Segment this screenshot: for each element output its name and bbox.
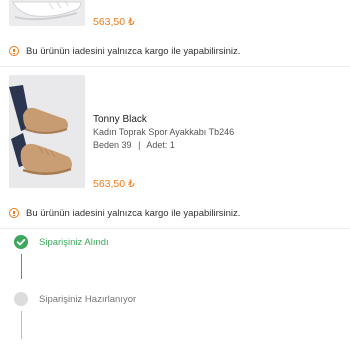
checkmark-icon — [16, 238, 26, 246]
return-notice-text: Bu ürünün iadesini yalnızca kargo ile ya… — [26, 207, 241, 219]
return-notice: Bu ürünün iadesini yalnızca kargo ile ya… — [9, 44, 240, 58]
white-sneaker-image — [9, 0, 85, 26]
order-step-preparing: Siparişiniz Hazırlanıyor — [39, 294, 137, 305]
info-icon — [9, 208, 19, 218]
size-label: Beden 39 — [93, 140, 132, 150]
variant-separator: | — [138, 140, 141, 150]
product-price: 563,50 ₺ — [93, 16, 135, 28]
product-name: Kadın Toprak Spor Ayakkabı Tb246 — [93, 127, 235, 137]
divider — [0, 66, 350, 67]
return-notice-text: Bu ürünün iadesini yalnızca kargo ile ya… — [26, 45, 241, 57]
order-step-received: Siparişiniz Alındı — [39, 237, 109, 248]
sneaker-photo-image — [9, 75, 85, 188]
product-variant: Beden 39 | Adet: 1 — [93, 140, 175, 150]
pending-step-icon — [14, 292, 28, 306]
return-notice: Bu ürünün iadesini yalnızca kargo ile ya… — [9, 206, 240, 220]
product-image[interactable] — [9, 0, 85, 26]
timeline-line — [21, 311, 23, 339]
quantity-label: Adet: 1 — [146, 140, 175, 150]
info-icon — [9, 46, 19, 56]
product-brand: Tonny Black — [93, 114, 147, 125]
divider — [0, 228, 350, 229]
timeline-line — [21, 254, 23, 279]
product-image[interactable] — [9, 75, 85, 188]
check-icon — [14, 235, 28, 249]
product-price: 563,50 ₺ — [93, 178, 135, 190]
